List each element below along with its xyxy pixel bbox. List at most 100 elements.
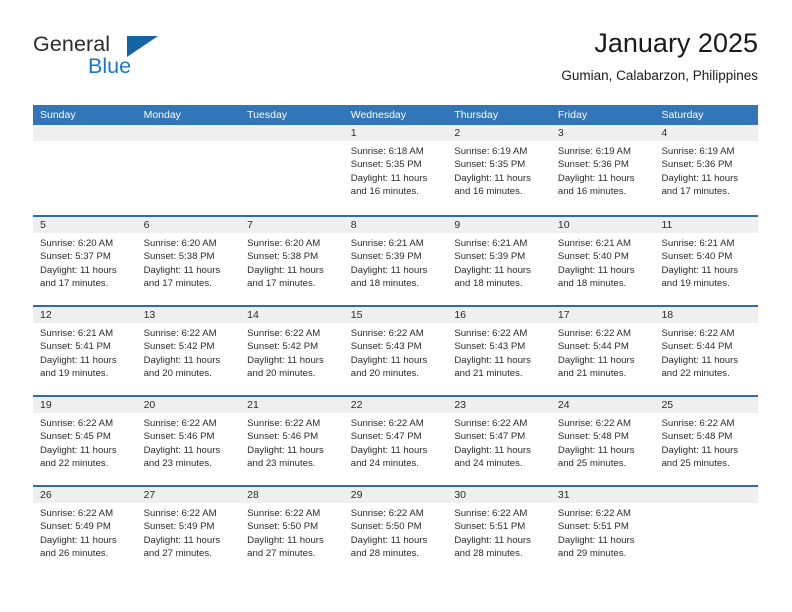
calendar-day-cell[interactable]: 19 Sunrise: 6:22 AM Sunset: 5:45 PM Dayligh… [33,397,137,485]
sunset-text: Sunset: 5:39 PM [454,251,526,263]
calendar-day-cell[interactable]: 1 Sunrise: 6:18 AM Sunset: 5:35 PM Daylight… [343,125,448,213]
sunrise-text: Sunrise: 6:21 AM [350,238,424,249]
weekday-header-tuesday: Tuesday [247,109,288,121]
day-number: 10 [550,217,655,233]
calendar-day-cell[interactable]: 24 Sunrise: 6:22 AM Sunset: 5:48 PM Dayligh… [550,397,655,485]
daylight-text: Daylight: 11 hours [350,264,428,276]
day-number: 2 [447,125,551,141]
daylight-text-cont: and 16 minutes. [557,186,627,198]
daylight-text: Daylight: 11 hours [247,264,324,276]
day-number [136,125,241,141]
calendar-day-cell[interactable]: 3 Sunrise: 6:19 AM Sunset: 5:36 PM Daylight… [550,125,655,213]
sunrise-text: Sunrise: 6:20 AM [143,238,217,249]
general-blue-logo[interactable]: General Blue [33,32,233,88]
calendar-day-cell[interactable]: 30 Sunrise: 6:22 AM Sunset: 5:51 PM Dayligh… [447,487,551,575]
day-number [240,125,344,141]
calendar-day-cell[interactable]: 8 Sunrise: 6:21 AM Sunset: 5:39 PM Daylight… [343,217,448,305]
day-details: Sunrise: 6:20 AM Sunset: 5:38 PM Daylight:… [240,233,344,291]
day-number: 18 [654,307,759,323]
calendar-page: General Blue January 2025 Gumian, Calaba… [0,0,792,612]
calendar-day-cell-empty [654,487,759,575]
calendar-day-cell[interactable]: 21 Sunrise: 6:22 AM Sunset: 5:46 PM Dayligh… [240,397,344,485]
daylight-text: Daylight: 11 hours [454,534,531,546]
day-details [240,141,344,145]
calendar-day-cell[interactable]: 29 Sunrise: 6:22 AM Sunset: 5:50 PM Dayligh… [343,487,448,575]
calendar-day-cell[interactable]: 22 Sunrise: 6:22 AM Sunset: 5:47 PM Dayligh… [343,397,448,485]
daylight-text: Daylight: 11 hours [40,264,117,276]
sunset-text: Sunset: 5:47 PM [454,431,526,443]
calendar-day-cell[interactable]: 17 Sunrise: 6:22 AM Sunset: 5:44 PM Dayligh… [550,307,655,395]
sunset-text: Sunset: 5:38 PM [143,251,215,263]
daylight-text-cont: and 16 minutes. [350,186,420,198]
calendar-day-cell[interactable]: 6 Sunrise: 6:20 AM Sunset: 5:38 PM Daylight… [136,217,241,305]
sunset-text: Sunset: 5:42 PM [247,341,319,353]
day-number: 6 [136,217,241,233]
calendar-day-cell[interactable]: 9 Sunrise: 6:21 AM Sunset: 5:39 PM Daylight… [447,217,551,305]
calendar-day-cell[interactable]: 20 Sunrise: 6:22 AM Sunset: 5:46 PM Dayligh… [136,397,241,485]
calendar-day-cell[interactable]: 28 Sunrise: 6:22 AM Sunset: 5:50 PM Dayligh… [240,487,344,575]
sunset-text: Sunset: 5:46 PM [143,431,215,443]
day-details: Sunrise: 6:22 AM Sunset: 5:50 PM Daylight:… [344,503,448,561]
calendar-day-cell[interactable]: 27 Sunrise: 6:22 AM Sunset: 5:49 PM Dayligh… [136,487,241,575]
day-number: 27 [136,487,241,503]
calendar-day-cell[interactable]: 11 Sunrise: 6:21 AM Sunset: 5:40 PM Dayligh… [654,217,759,305]
sunrise-text: Sunrise: 6:22 AM [40,508,114,519]
sunset-text: Sunset: 5:43 PM [350,341,422,353]
calendar-day-cell[interactable]: 16 Sunrise: 6:22 AM Sunset: 5:43 PM Dayligh… [447,307,551,395]
daylight-text: Daylight: 11 hours [454,444,531,456]
daylight-text-cont: and 27 minutes. [143,548,212,560]
sunrise-text: Sunrise: 6:19 AM [661,146,735,157]
day-number: 8 [343,217,448,233]
calendar-day-cell[interactable]: 5 Sunrise: 6:20 AM Sunset: 5:37 PM Daylight… [33,217,137,305]
daylight-text-cont: and 23 minutes. [143,458,212,470]
day-details: Sunrise: 6:22 AM Sunset: 5:42 PM Daylight:… [240,323,344,381]
day-details: Sunrise: 6:22 AM Sunset: 5:51 PM Daylight:… [447,503,551,561]
day-number: 22 [343,397,448,413]
calendar-day-cell[interactable]: 10 Sunrise: 6:21 AM Sunset: 5:40 PM Dayligh… [550,217,655,305]
sunset-text: Sunset: 5:47 PM [350,431,422,443]
calendar-day-cell[interactable]: 7 Sunrise: 6:20 AM Sunset: 5:38 PM Daylight… [240,217,344,305]
calendar-day-cell[interactable]: 23 Sunrise: 6:22 AM Sunset: 5:47 PM Dayligh… [447,397,551,485]
sunrise-text: Sunrise: 6:22 AM [350,508,424,519]
day-number: 1 [343,125,448,141]
weekday-header-saturday: Saturday [661,109,704,121]
day-number: 29 [343,487,448,503]
day-number: 11 [654,217,759,233]
calendar-day-cell[interactable]: 15 Sunrise: 6:22 AM Sunset: 5:43 PM Dayligh… [343,307,448,395]
sunset-text: Sunset: 5:46 PM [247,431,319,443]
calendar-day-cell[interactable]: 4 Sunrise: 6:19 AM Sunset: 5:36 PM Daylight… [654,125,759,213]
day-details: Sunrise: 6:18 AM Sunset: 5:35 PM Daylight:… [344,141,448,199]
daylight-text-cont: and 20 minutes. [350,368,420,380]
sunset-text: Sunset: 5:39 PM [350,251,422,263]
day-number: 30 [447,487,551,503]
calendar-day-cell[interactable]: 14 Sunrise: 6:22 AM Sunset: 5:42 PM Dayligh… [240,307,344,395]
daylight-text: Daylight: 11 hours [40,444,117,456]
calendar-day-cell[interactable]: 2 Sunrise: 6:19 AM Sunset: 5:35 PM Daylight… [447,125,551,213]
daylight-text-cont: and 18 minutes. [454,278,523,290]
sunset-text: Sunset: 5:49 PM [40,521,111,533]
weekday-header-friday: Friday [557,109,588,121]
day-details: Sunrise: 6:22 AM Sunset: 5:45 PM Daylight:… [33,413,137,471]
daylight-text-cont: and 16 minutes. [454,186,523,198]
calendar-day-cell[interactable]: 12 Sunrise: 6:21 AM Sunset: 5:41 PM Dayligh… [33,307,137,395]
day-number: 3 [550,125,655,141]
sunrise-text: Sunrise: 6:22 AM [143,418,217,429]
daylight-text-cont: and 24 minutes. [350,458,420,470]
calendar-day-cell[interactable]: 13 Sunrise: 6:22 AM Sunset: 5:42 PM Dayligh… [136,307,241,395]
sunset-text: Sunset: 5:44 PM [557,341,629,353]
calendar-day-cell[interactable]: 31 Sunrise: 6:22 AM Sunset: 5:51 PM Dayligh… [550,487,655,575]
sunrise-text: Sunrise: 6:21 AM [557,238,631,249]
sunrise-text: Sunrise: 6:22 AM [454,328,528,339]
logo-triangle-icon [127,36,158,57]
daylight-text: Daylight: 11 hours [557,172,635,184]
day-number: 16 [447,307,551,323]
daylight-text: Daylight: 11 hours [557,534,635,546]
calendar-day-cell[interactable]: 25 Sunrise: 6:22 AM Sunset: 5:48 PM Dayligh… [654,397,759,485]
weekday-header-thursday: Thursday [454,109,499,121]
day-details: Sunrise: 6:22 AM Sunset: 5:48 PM Daylight:… [551,413,655,471]
calendar-day-cell[interactable]: 26 Sunrise: 6:22 AM Sunset: 5:49 PM Dayligh… [33,487,137,575]
sunrise-text: Sunrise: 6:22 AM [143,508,217,519]
day-number: 4 [654,125,759,141]
calendar-day-cell[interactable]: 18 Sunrise: 6:22 AM Sunset: 5:44 PM Dayligh… [654,307,759,395]
day-number: 13 [136,307,241,323]
